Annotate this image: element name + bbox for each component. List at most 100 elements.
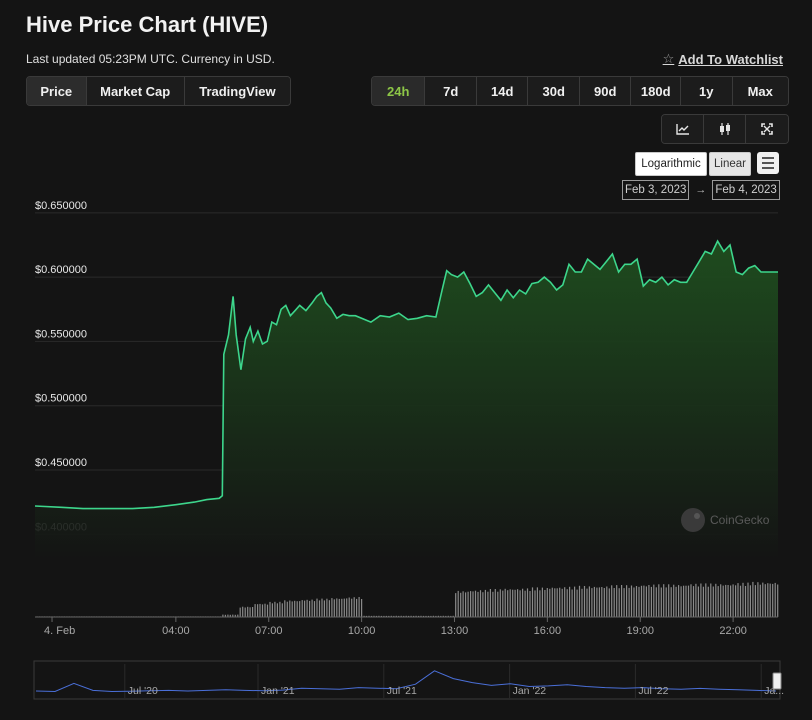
x-tick-label: 07:00	[255, 625, 283, 637]
volume-bar	[618, 588, 620, 617]
volume-bar	[777, 584, 779, 617]
volume-bar	[628, 587, 630, 617]
volume-bar	[341, 598, 343, 617]
volume-bars	[36, 581, 779, 617]
x-tick-label: 04:00	[162, 625, 190, 637]
volume-bar	[678, 585, 680, 617]
volume-bar	[546, 588, 548, 617]
volume-bar	[524, 590, 526, 617]
volume-bar	[482, 592, 484, 617]
navigator-tick-label: Jul '22	[638, 685, 668, 697]
volume-bar	[616, 585, 618, 617]
volume-bar	[757, 582, 759, 617]
volume-bar	[759, 584, 761, 617]
volume-bar	[732, 584, 734, 617]
price-chart[interactable]: $0.650000 $0.600000 $0.550000 $0.500000 $0.4…	[0, 0, 812, 720]
volume-bar	[343, 598, 345, 617]
volume-bar	[581, 588, 583, 617]
volume-bar	[591, 588, 593, 617]
volume-bar	[603, 588, 605, 617]
volume-bar	[739, 585, 742, 617]
volume-bar	[494, 589, 496, 617]
volume-bar	[690, 584, 692, 617]
volume-bar	[752, 581, 754, 617]
volume-bar	[549, 588, 551, 617]
volume-bar	[764, 584, 766, 617]
volume-bar	[576, 589, 578, 617]
volume-bar	[621, 585, 623, 617]
volume-bar	[321, 598, 323, 617]
volume-bar	[650, 586, 652, 617]
volume-bar	[353, 597, 355, 617]
volume-bar	[254, 604, 256, 617]
time-navigator[interactable]: Jul '20 Jan '21 Jul '21 Jan '22 Jul '22 Ja...	[33, 660, 784, 700]
volume-bar	[710, 583, 712, 617]
volume-bar	[680, 586, 682, 617]
volume-bar	[462, 591, 464, 617]
volume-bar	[504, 588, 506, 617]
volume-bar	[455, 593, 457, 617]
volume-bar	[333, 599, 335, 617]
volume-bar	[645, 586, 647, 617]
volume-bar	[735, 585, 737, 617]
volume-bar	[261, 604, 264, 617]
volume-bar	[512, 589, 514, 617]
volume-bar	[551, 587, 553, 617]
volume-bar	[489, 589, 491, 617]
volume-bar	[747, 582, 749, 617]
volume-bar	[338, 598, 340, 617]
volume-bar	[705, 583, 707, 617]
volume-bar	[663, 584, 665, 617]
volume-bar	[767, 583, 769, 617]
volume-bar	[465, 592, 467, 617]
volume-bar	[531, 587, 534, 617]
volume-bar	[574, 586, 576, 617]
volume-bar	[648, 585, 650, 617]
volume-bar	[697, 586, 699, 617]
volume-bar	[670, 587, 672, 617]
volume-bar	[683, 585, 685, 617]
volume-bar	[259, 603, 261, 617]
volume-bar	[715, 583, 717, 617]
volume-bar	[326, 598, 328, 617]
volume-bar	[239, 607, 241, 617]
volume-bar	[769, 583, 771, 617]
volume-bar	[762, 582, 764, 617]
volume-bar	[653, 584, 655, 617]
volume-bar	[534, 590, 536, 617]
volume-bar	[271, 603, 273, 617]
volume-bar	[564, 587, 566, 617]
volume-bar	[316, 598, 318, 617]
y-axis: $0.650000 $0.600000 $0.550000 $0.500000 $0.4…	[35, 200, 87, 533]
x-tick-label: 4. Feb	[44, 625, 75, 637]
volume-bar	[586, 588, 588, 617]
y-tick-label: $0.500000	[35, 393, 87, 405]
volume-bar	[601, 587, 603, 617]
volume-bar	[606, 586, 608, 617]
volume-bar	[675, 586, 677, 617]
volume-bar	[640, 585, 643, 617]
volume-bar	[566, 589, 568, 617]
volume-bar	[613, 588, 615, 617]
volume-bar	[497, 591, 499, 617]
volume-bar	[286, 601, 288, 617]
volume-bar	[554, 588, 556, 617]
volume-bar	[561, 588, 563, 617]
volume-bar	[487, 591, 489, 617]
volume-bar	[749, 585, 751, 617]
volume-bar	[556, 588, 558, 617]
volume-bar	[774, 582, 776, 617]
volume-bar	[328, 600, 330, 617]
volume-bar	[541, 587, 543, 617]
volume-bar	[720, 584, 722, 617]
volume-bar	[279, 601, 281, 617]
x-tick-label: 22:00	[719, 625, 747, 637]
volume-bar	[356, 598, 358, 617]
volume-bar	[467, 591, 469, 617]
volume-bar	[484, 589, 486, 617]
x-tick-label: 16:00	[534, 625, 562, 637]
volume-bar	[536, 587, 538, 617]
navigator-tick-label: Jan '21	[261, 685, 295, 697]
volume-bar	[635, 586, 638, 617]
volume-bar	[460, 592, 462, 617]
